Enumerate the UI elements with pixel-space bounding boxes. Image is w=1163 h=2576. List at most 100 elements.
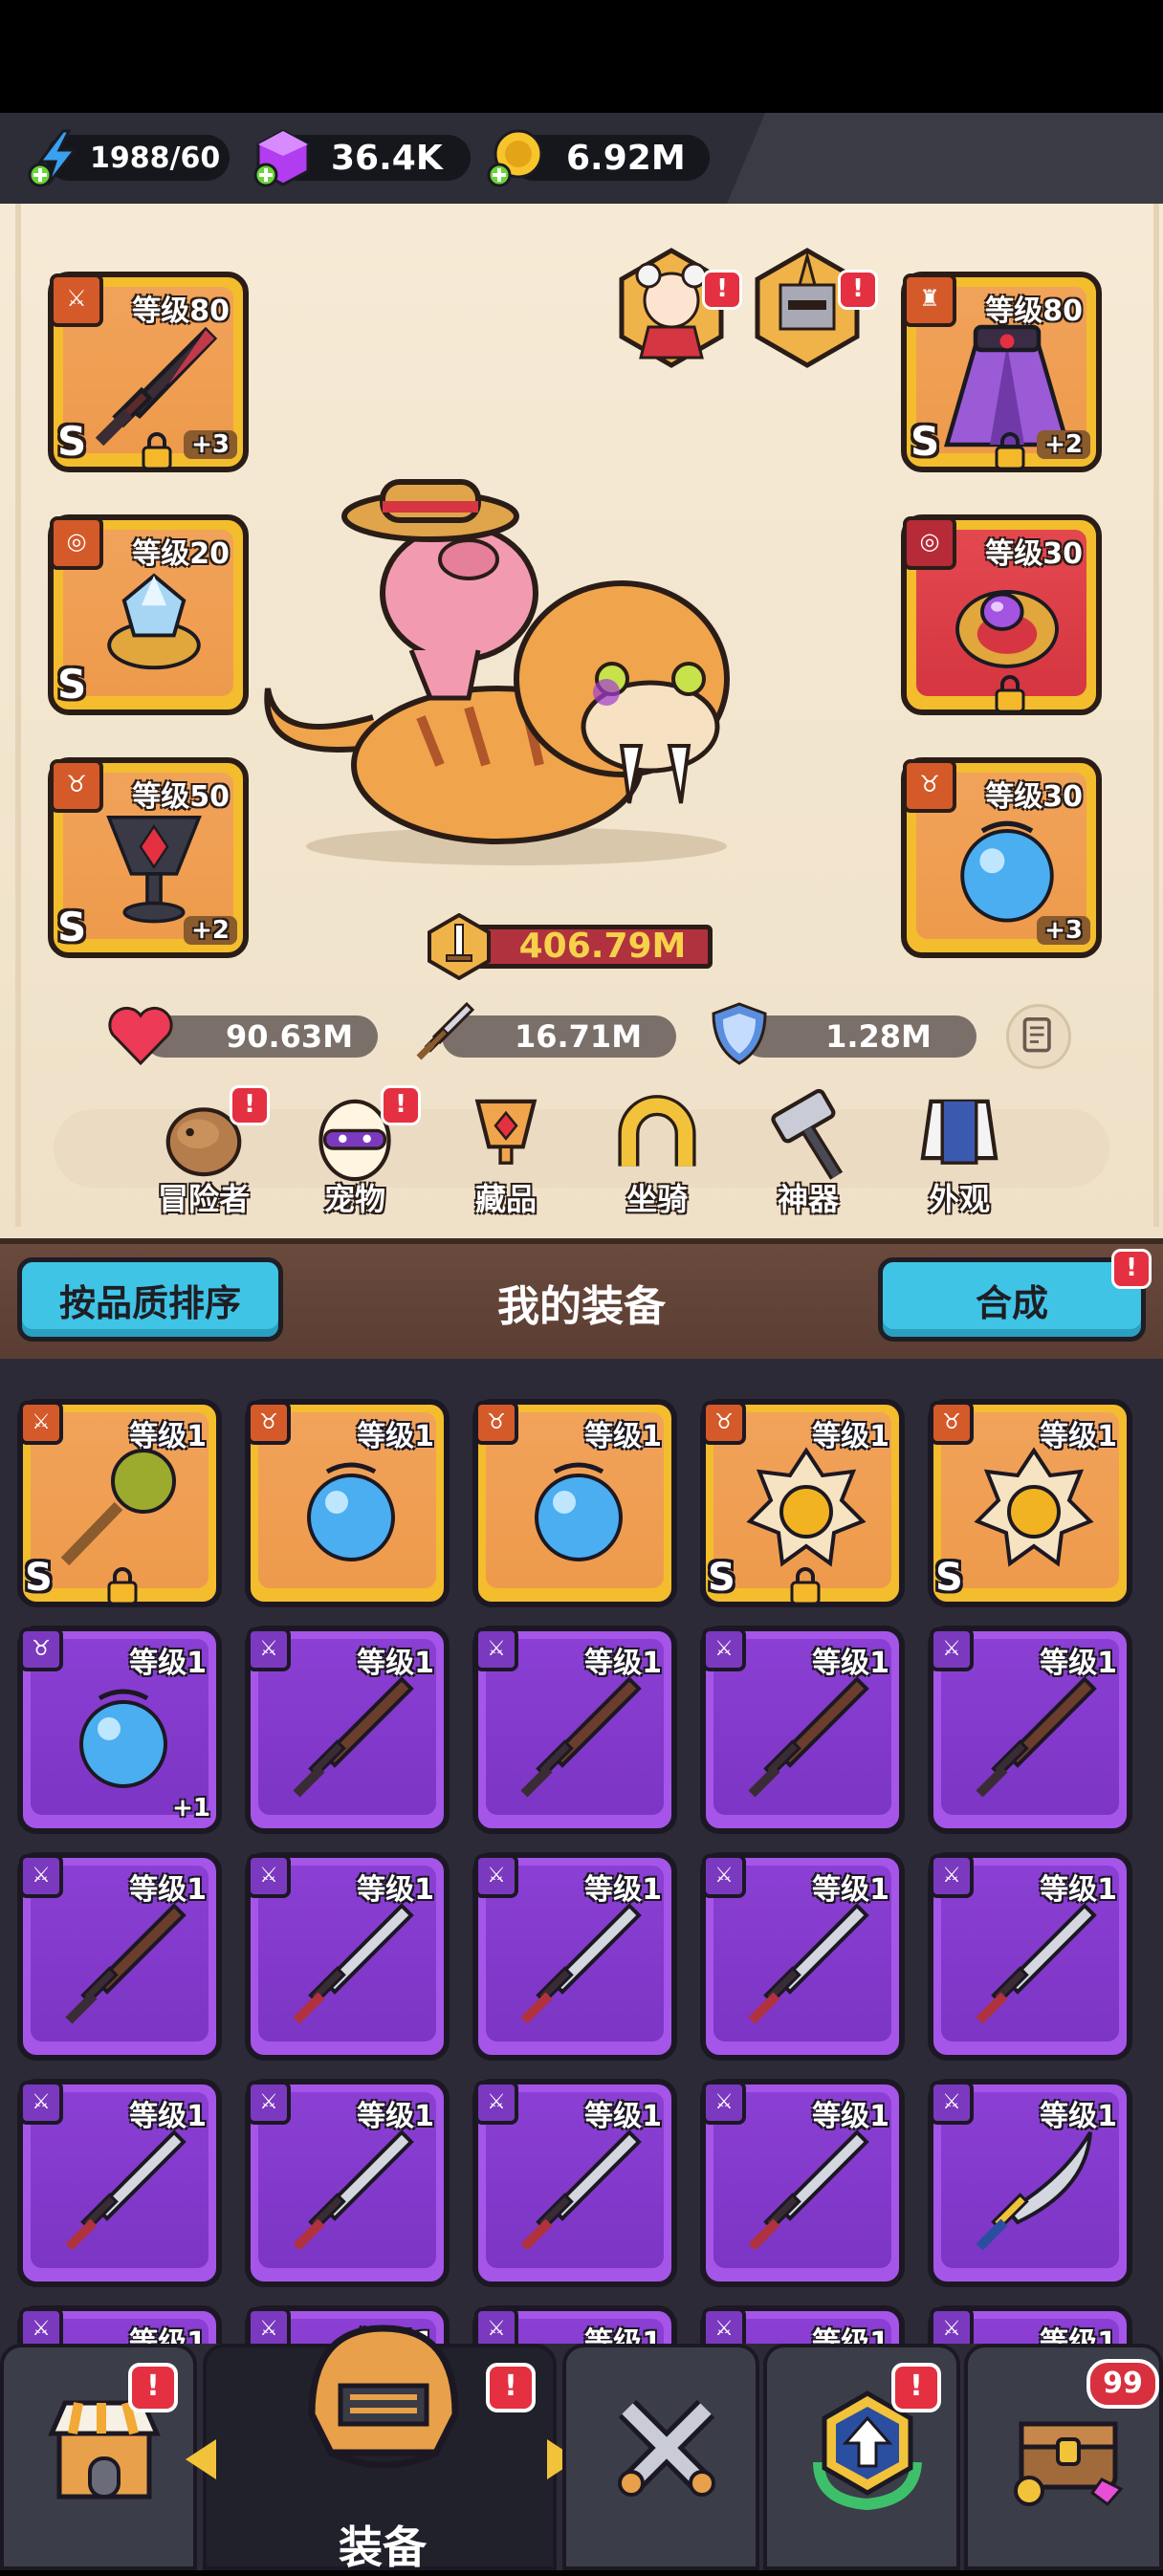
weapon-type-icon: ⚔	[19, 2081, 63, 2125]
combine-button[interactable]: 合成	[878, 1257, 1146, 1342]
inventory-item[interactable]: ⚔ 等级1	[472, 1852, 677, 2061]
gem-value: 36.4K	[331, 138, 443, 178]
inventory-item[interactable]: ♉ 等级1 S	[700, 1399, 905, 1607]
inventory-item[interactable]: ⚔ 等级1	[928, 1626, 1132, 1834]
inventory-item[interactable]: ⚔ 等级1	[17, 2305, 222, 2344]
inventory-item[interactable]: ⚔ 等级1	[245, 1626, 450, 1834]
tab-mount[interactable]: 坐骑	[595, 1085, 719, 1217]
weapon-type-icon: ⚔	[930, 1854, 974, 1898]
nav-shop[interactable]: !	[0, 2344, 197, 2570]
alert-badge: !	[702, 270, 742, 310]
orb-icon	[307, 1462, 395, 1561]
item-level: 等级1	[129, 1647, 207, 1680]
blue-orb-icon	[960, 820, 1054, 923]
inventory-item[interactable]: ♉ 等级1 +1	[17, 1626, 222, 1834]
combat-power-value: 406.79M	[518, 927, 687, 966]
inventory-item[interactable]: ⚔ 等级1	[700, 1852, 905, 2061]
tab-artifact[interactable]: 神器	[746, 1085, 870, 1217]
rarity-label: S	[25, 1556, 53, 1600]
hero-character[interactable]	[239, 459, 775, 870]
item-level: 等级1	[812, 1647, 889, 1680]
ruby-amulet-icon	[106, 816, 202, 924]
amethyst-ring-icon	[955, 589, 1059, 668]
sun-medal-icon	[746, 1447, 867, 1567]
inventory-item[interactable]: ⚔ 等级1	[245, 1852, 450, 2061]
sun-medal-icon	[974, 1447, 1094, 1567]
inventory-item[interactable]: ⚔ 等级1	[928, 2305, 1132, 2344]
equip-slot-amulet-2[interactable]: ♉ 等级30 +3	[901, 757, 1102, 958]
gem-icon	[253, 129, 310, 187]
item-level: 等级1	[129, 1420, 207, 1453]
equip-slot-amulet[interactable]: ♉ 等级50 S +2	[48, 757, 249, 958]
inventory-item[interactable]: ⚔ 等级1	[245, 2079, 450, 2287]
alert-badge: !	[381, 1085, 421, 1125]
inventory-item[interactable]: ♉ 等级1 S	[928, 1399, 1132, 1607]
rarity-label: S	[911, 418, 940, 465]
power-sword-icon	[428, 913, 491, 980]
inventory-item[interactable]: ⚔ 等级1	[17, 2079, 222, 2287]
inventory-item[interactable]: ⚔ 等级1	[700, 1626, 905, 1834]
inventory-item[interactable]: ♉ 等级1	[245, 1399, 450, 1607]
rarity-label: S	[708, 1556, 735, 1600]
wood-sword-icon	[748, 1676, 869, 1798]
inventory-item[interactable]: ⚔ 等级1 S	[17, 1399, 222, 1607]
wood-sword-icon	[293, 1676, 414, 1798]
inventory-item[interactable]: ⚔ 等级1	[17, 1852, 222, 2061]
inventory-item[interactable]: ⚔ 等级1	[472, 1626, 677, 1834]
alert-badge: !	[1111, 1249, 1152, 1289]
gold-coin-icon	[487, 129, 543, 187]
inventory-item[interactable]: ⚔ 等级1	[700, 2305, 905, 2344]
weapon-type-icon: ⚔	[19, 1854, 63, 1898]
steel-sword-icon	[976, 1903, 1097, 2024]
inventory-item[interactable]: ⚔ 等级1	[700, 2079, 905, 2287]
mace-icon	[60, 1449, 176, 1566]
item-level: 等级1	[1040, 1647, 1117, 1680]
inventory-title: 我的装备	[497, 1282, 666, 1331]
amulet-type-icon: ♉	[474, 1401, 518, 1445]
tab-adventurer[interactable]: ! 冒险者	[142, 1085, 270, 1217]
weapon-type-icon: ⚔	[702, 1627, 746, 1671]
inventory-item[interactable]: ⚔ 等级1	[472, 2305, 677, 2344]
weapon-type-icon: ⚔	[474, 1854, 518, 1898]
inventory-item[interactable]: ⚔ 等级1	[472, 2079, 677, 2287]
weapon-type-icon: ⚔	[247, 1854, 291, 1898]
weapon-type-icon: ⚔	[19, 2307, 63, 2344]
tab-label: 神器	[777, 1181, 839, 1217]
nav-treasure[interactable]: 99	[964, 2344, 1163, 2570]
crystal-ring-icon	[107, 573, 201, 670]
equip-slot-weapon[interactable]: ⚔ 等级80 S +3	[48, 272, 249, 472]
stats-detail-button[interactable]	[1006, 1004, 1071, 1069]
crossed-swords-icon	[618, 2399, 715, 2497]
amulet-type-icon: ♉	[930, 1401, 974, 1445]
inventory-item[interactable]: ⚔ 等级1	[928, 2079, 1132, 2287]
tab-collection[interactable]: 藏品	[444, 1085, 568, 1217]
lock-icon	[790, 1567, 821, 1605]
steel-sword-icon	[293, 2129, 414, 2251]
lock-icon	[995, 675, 1025, 713]
slot-level: 等级30	[985, 780, 1083, 814]
slot-level: 等级30	[985, 537, 1083, 571]
rarity-label: S	[57, 418, 87, 465]
tab-pet[interactable]: ! 宠物	[293, 1085, 421, 1217]
knight-portrait[interactable]: !	[746, 247, 878, 369]
nav-upgrade[interactable]: !	[763, 2344, 960, 2570]
tab-label: 冒险者	[157, 1181, 250, 1217]
shield-icon	[712, 1002, 767, 1065]
defense-stat: 1.28M	[742, 1015, 976, 1058]
inventory-item[interactable]: ♉ 等级1	[472, 1399, 677, 1607]
equip-slot-armor[interactable]: ♜ 等级80 S +2	[901, 272, 1102, 472]
inventory-item[interactable]: ⚔ 等级1	[928, 1852, 1132, 2061]
nav-battle[interactable]	[562, 2344, 759, 2570]
inventory-grid: ⚔ 等级1 S ♉ 等级1 ♉ 等级1 ♉ 等级1 S ♉ 等级1 S ♉ 等级1 +1 ⚔ 等级1 ⚔ 等级1 ⚔ 等级…	[0, 1359, 1163, 2344]
tab-appearance[interactable]: 外观	[897, 1085, 1021, 1217]
alert-badge: !	[230, 1085, 270, 1125]
defense-value: 1.28M	[825, 1018, 932, 1055]
companion-portrait[interactable]: !	[610, 247, 742, 369]
sort-by-quality-button[interactable]: 按品质排序	[17, 1257, 283, 1342]
weapon-type-icon: ⚔	[247, 2081, 291, 2125]
alert-badge: !	[891, 2363, 941, 2412]
lock-icon	[142, 432, 172, 470]
equip-slot-ring-2[interactable]: ◎ 等级30	[901, 514, 1102, 715]
rarity-label: S	[57, 904, 87, 950]
equip-slot-ring[interactable]: ◎ 等级20 S	[48, 514, 249, 715]
